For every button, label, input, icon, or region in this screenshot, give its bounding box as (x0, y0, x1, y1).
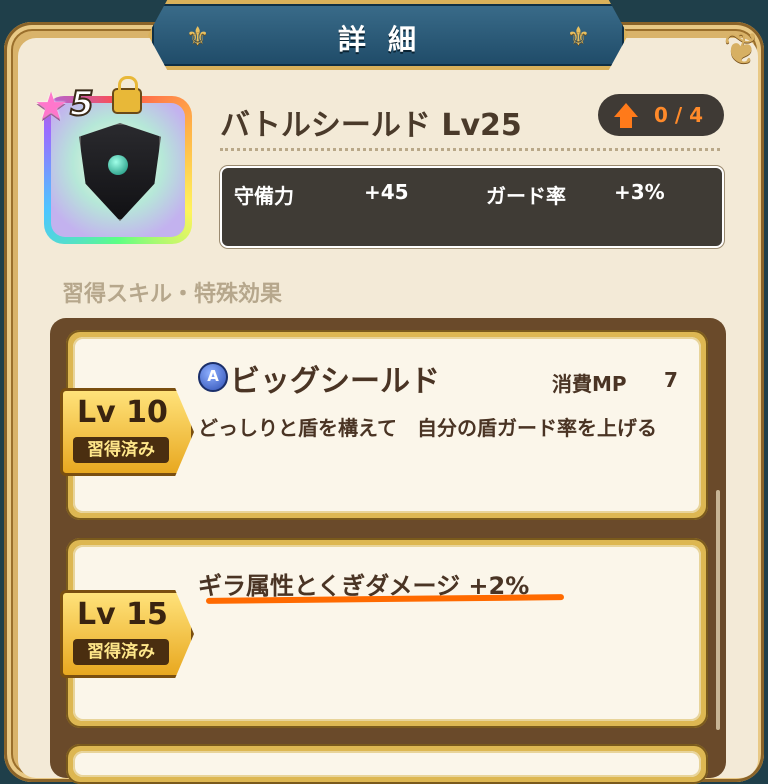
mp-label: 消費MP (552, 372, 627, 396)
title-banner: 詳細 ⚜ ⚜ (148, 0, 628, 70)
fleur-left-icon: ⚜ (186, 22, 210, 52)
stat-label: ガード率 (486, 184, 566, 208)
next-card[interactable] (66, 744, 708, 784)
skill-description: どっしりと盾を構えて 自分の盾ガード率を上げる (198, 416, 657, 440)
upgrade-badge: 0 / 4 (598, 94, 724, 136)
section-heading: 習得スキル・特殊効果 (62, 282, 283, 307)
skill-name: ビッグシールド (230, 364, 440, 399)
up-arrow-icon (614, 103, 638, 117)
learned-label: 習得済み (73, 639, 169, 665)
scrollbar[interactable] (716, 490, 720, 730)
item-name: バトルシールド Lv25 (220, 108, 522, 143)
rarity-star-icon: ★ (34, 84, 69, 128)
level-badge: Lv 15 習得済み (60, 590, 194, 678)
skill-type-icon: A (198, 362, 228, 392)
stat-value: +45 (364, 180, 409, 204)
corner-ornament-icon: ❦ (723, 24, 760, 75)
stats-box: 守備力 +45 ガード率 +3% (220, 166, 724, 248)
rarity-count: 5 (69, 83, 95, 125)
upgrade-count: 0 / 4 (654, 103, 704, 127)
level-badge: Lv 10 習得済み (60, 388, 194, 476)
mp-value: 7 (664, 368, 678, 392)
lock-icon[interactable] (112, 76, 142, 114)
level-text: Lv 15 (77, 597, 168, 632)
fleur-right-icon: ⚜ (566, 22, 590, 52)
stat-label: 守備力 (234, 184, 294, 208)
stat-value: +3% (614, 180, 665, 204)
page-title: 詳細 (337, 23, 438, 56)
gem-icon (108, 155, 128, 175)
learned-label: 習得済み (73, 437, 169, 463)
level-text: Lv 10 (77, 395, 168, 430)
divider (220, 148, 720, 151)
